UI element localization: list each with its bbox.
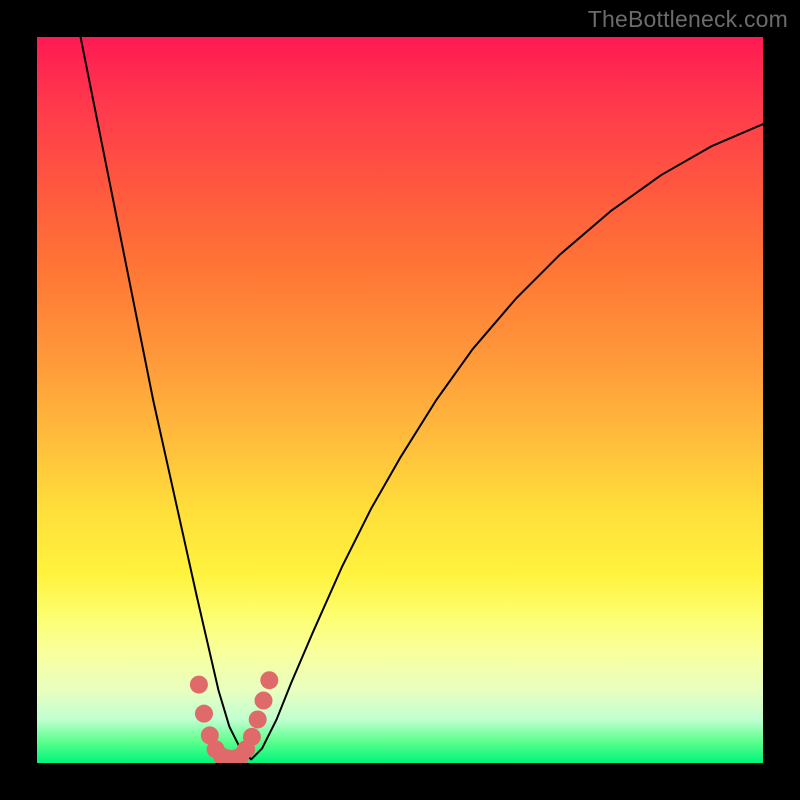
marker-dot [255, 692, 273, 710]
marker-dot [249, 710, 267, 728]
watermark-text: TheBottleneck.com [588, 6, 788, 33]
chart-frame: TheBottleneck.com [0, 0, 800, 800]
marker-dot [243, 728, 261, 746]
marker-dot [195, 705, 213, 723]
optimum-marker [190, 671, 278, 763]
marker-dot [260, 671, 278, 689]
plot-area [37, 37, 763, 763]
curve-svg [37, 37, 763, 763]
marker-dot [190, 676, 208, 694]
bottleneck-curve [81, 37, 763, 759]
